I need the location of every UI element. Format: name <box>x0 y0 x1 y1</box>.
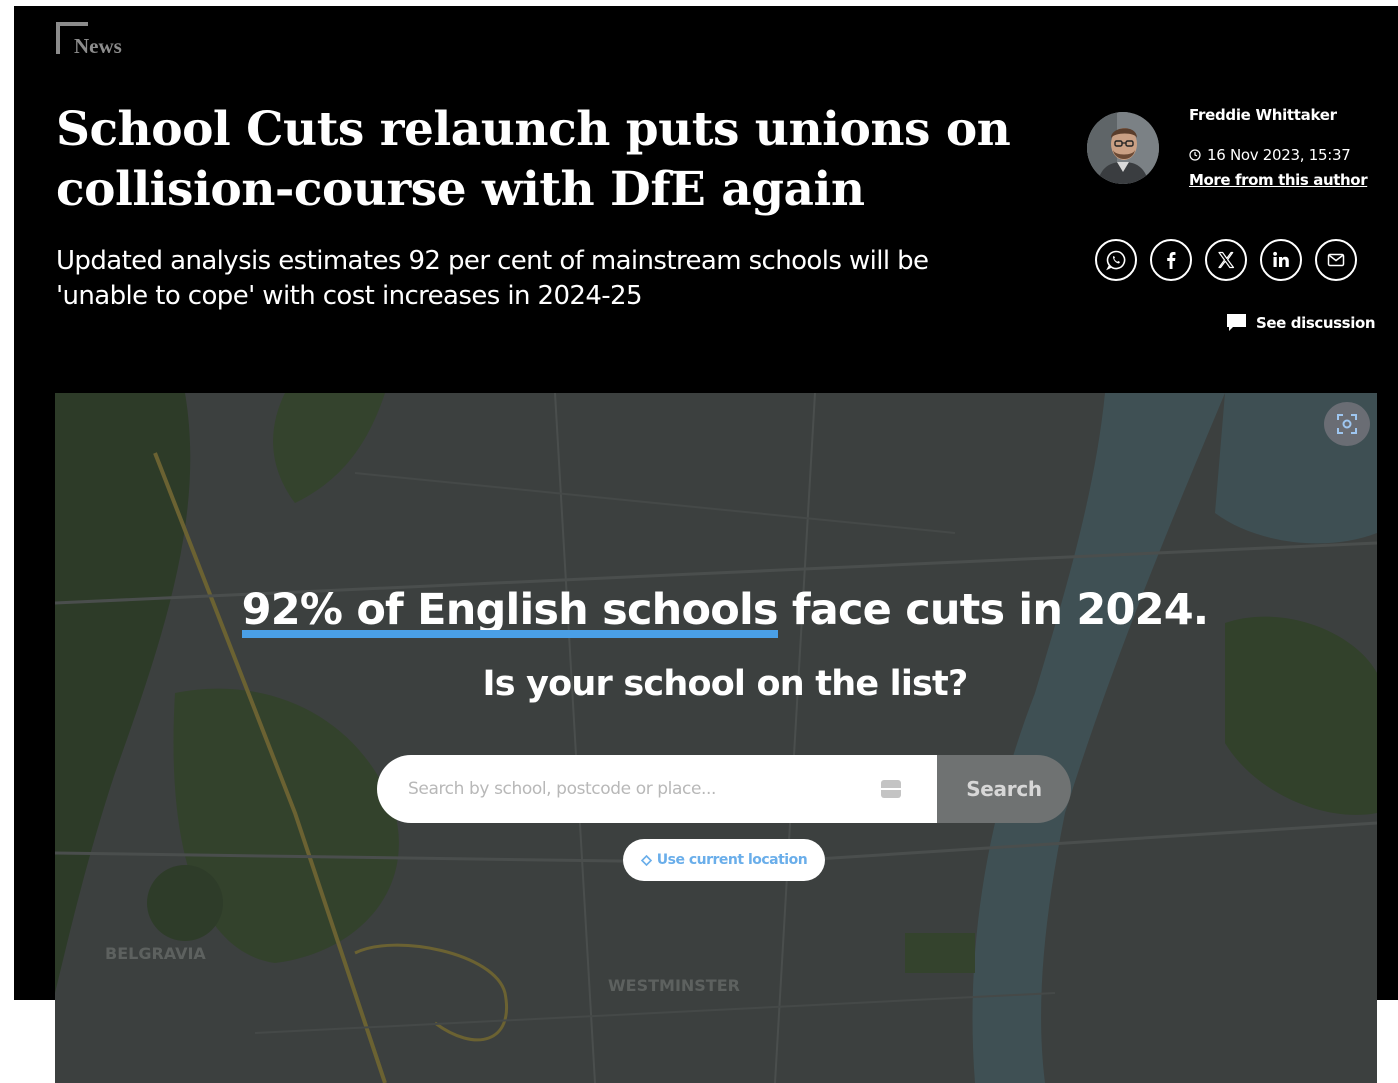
embed-headline-highlight: 92% of English schools <box>241 580 778 640</box>
share-linkedin-button[interactable] <box>1260 239 1302 281</box>
comment-icon <box>1227 314 1246 331</box>
email-icon <box>1327 253 1345 267</box>
whatsapp-icon <box>1106 250 1126 271</box>
use-current-location-button[interactable]: Use current location <box>623 839 825 881</box>
search-button[interactable]: Search <box>937 755 1071 823</box>
school-search-box <box>377 755 937 823</box>
fullscreen-button[interactable] <box>1324 402 1370 446</box>
map-label-westminster: WESTMINSTER <box>608 976 740 995</box>
publish-timestamp: 16 Nov 2023, 15:37 <box>1189 144 1351 166</box>
x-icon <box>1218 251 1235 269</box>
share-facebook-button[interactable] <box>1150 239 1192 281</box>
share-email-button[interactable] <box>1315 239 1357 281</box>
share-buttons <box>1095 239 1357 281</box>
author-name[interactable]: Freddie Whittaker <box>1189 104 1337 126</box>
school-cuts-map-embed[interactable]: BELGRAVIA WESTMINSTER 92% of English sch… <box>55 393 1377 1083</box>
use-current-location-label: Use current location <box>656 852 808 868</box>
article-headline: School Cuts relaunch puts unions on coll… <box>56 102 1011 217</box>
location-icon <box>640 854 652 866</box>
embed-headline-rest: face cuts in 2024. <box>777 585 1209 635</box>
keyboard-icon[interactable] <box>881 780 901 798</box>
see-discussion-label: See discussion <box>1256 314 1376 332</box>
school-search-input[interactable] <box>406 778 870 800</box>
avatar-image <box>1087 112 1159 184</box>
linkedin-icon <box>1273 251 1289 267</box>
more-from-author-link[interactable]: More from this author <box>1189 169 1368 191</box>
map-background: BELGRAVIA WESTMINSTER <box>55 393 1377 1083</box>
share-x-button[interactable] <box>1205 239 1247 281</box>
fullscreen-icon <box>1337 414 1357 434</box>
section-bracket-icon <box>56 22 88 54</box>
clock-icon <box>1189 149 1201 161</box>
facebook-icon <box>1167 252 1176 269</box>
embed-subheadline: Is your school on the list? <box>482 664 968 704</box>
section-tag[interactable]: News <box>56 22 122 58</box>
share-whatsapp-button[interactable] <box>1095 239 1137 281</box>
see-discussion-link[interactable]: See discussion <box>1226 312 1376 334</box>
map-label-belgravia: BELGRAVIA <box>105 944 206 963</box>
embed-headline: 92% of English schools face cuts in 2024… <box>55 580 1377 640</box>
author-avatar[interactable] <box>1087 112 1159 184</box>
timestamp-text: 16 Nov 2023, 15:37 <box>1207 146 1351 164</box>
article-page: News School Cuts relaunch puts unions on… <box>0 0 1398 1083</box>
article-standfirst: Updated analysis estimates 92 per cent o… <box>56 246 929 311</box>
